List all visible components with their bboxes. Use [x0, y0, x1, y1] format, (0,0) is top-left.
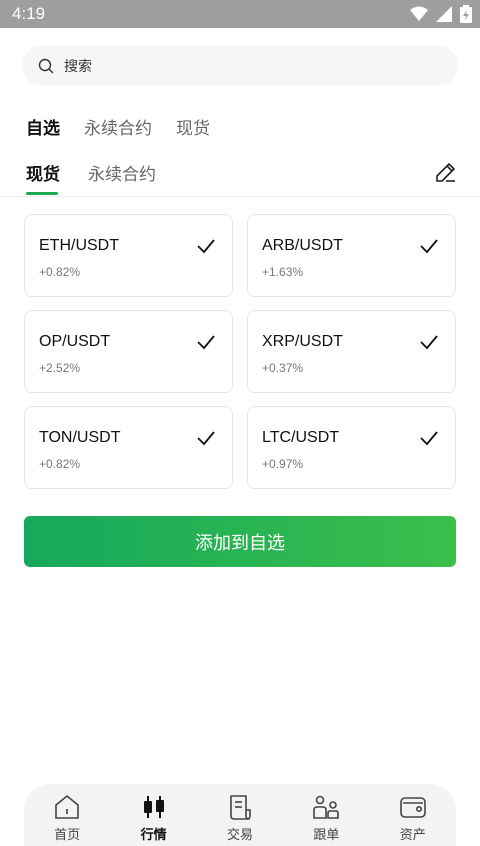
- users-icon: [313, 795, 340, 819]
- check-icon[interactable]: [419, 333, 439, 351]
- edit-icon[interactable]: [434, 160, 458, 184]
- top-tabs: 自选 永续合约 现货: [26, 114, 210, 139]
- nav-label-copytrade: 跟单: [313, 828, 340, 843]
- pair-card[interactable]: OP/USDT +2.52%: [24, 310, 233, 393]
- pair-card[interactable]: ETH/USDT +0.82%: [24, 214, 233, 297]
- add-to-favorites-button[interactable]: 添加到自选: [24, 516, 456, 567]
- sub-tabs: 现货 永续合约: [26, 160, 156, 195]
- home-icon: [55, 795, 79, 819]
- check-icon[interactable]: [196, 429, 216, 447]
- nav-item-home[interactable]: 首页: [37, 792, 97, 843]
- search-bar[interactable]: 搜索: [22, 46, 458, 86]
- check-icon[interactable]: [196, 237, 216, 255]
- nav-label-market: 行情: [140, 828, 167, 843]
- search-placeholder: 搜索: [64, 59, 92, 75]
- pair-name: TON/USDT: [39, 429, 121, 446]
- battery-icon: [460, 5, 472, 23]
- pair-name: ARB/USDT: [262, 237, 343, 254]
- bottom-nav: 首页 行情 交易 跟单 资产: [24, 784, 456, 846]
- nav-item-market[interactable]: 行情: [124, 792, 184, 843]
- pair-change: +1.63%: [262, 265, 304, 279]
- tab-favorites[interactable]: 自选: [26, 114, 60, 139]
- search-icon: [38, 58, 54, 74]
- pair-card[interactable]: LTC/USDT +0.97%: [247, 406, 456, 489]
- pair-change: +0.37%: [262, 361, 304, 375]
- wifi-icon: [410, 6, 428, 21]
- subtab-spot[interactable]: 现货: [26, 160, 60, 195]
- pair-change: +0.82%: [39, 457, 81, 471]
- pair-grid: ETH/USDT +0.82% ARB/USDT +1.63% OP/USDT …: [24, 214, 456, 489]
- pair-name: OP/USDT: [39, 333, 111, 350]
- pair-name: ETH/USDT: [39, 237, 119, 254]
- nav-item-assets[interactable]: 资产: [383, 792, 443, 843]
- tab-perpetual[interactable]: 永续合约: [84, 114, 152, 139]
- pair-card[interactable]: ARB/USDT +1.63%: [247, 214, 456, 297]
- wallet-icon: [399, 797, 426, 818]
- status-icons: [410, 5, 472, 23]
- candlestick-icon: [143, 796, 164, 818]
- check-icon[interactable]: [196, 333, 216, 351]
- pair-name: XRP/USDT: [262, 333, 343, 350]
- tab-spot[interactable]: 现货: [176, 114, 210, 139]
- status-time: 4:19: [12, 4, 46, 23]
- nav-label-assets: 资产: [399, 828, 426, 843]
- pair-change: +0.82%: [39, 265, 81, 279]
- nav-label-trade: 交易: [226, 828, 253, 843]
- subtab-perpetual[interactable]: 永续合约: [88, 160, 156, 195]
- document-icon: [230, 795, 251, 820]
- tab-divider: [0, 196, 480, 197]
- pair-card[interactable]: XRP/USDT +0.37%: [247, 310, 456, 393]
- nav-label-home: 首页: [54, 828, 81, 843]
- status-bar: 4:19: [0, 0, 480, 28]
- nav-item-copytrade[interactable]: 跟单: [296, 792, 356, 843]
- signal-icon: [436, 6, 452, 22]
- check-icon[interactable]: [419, 429, 439, 447]
- pair-change: +2.52%: [39, 361, 81, 375]
- pair-change: +0.97%: [262, 457, 304, 471]
- pair-card[interactable]: TON/USDT +0.82%: [24, 406, 233, 489]
- check-icon[interactable]: [419, 237, 439, 255]
- pair-name: LTC/USDT: [262, 429, 340, 446]
- nav-item-trade[interactable]: 交易: [210, 792, 270, 843]
